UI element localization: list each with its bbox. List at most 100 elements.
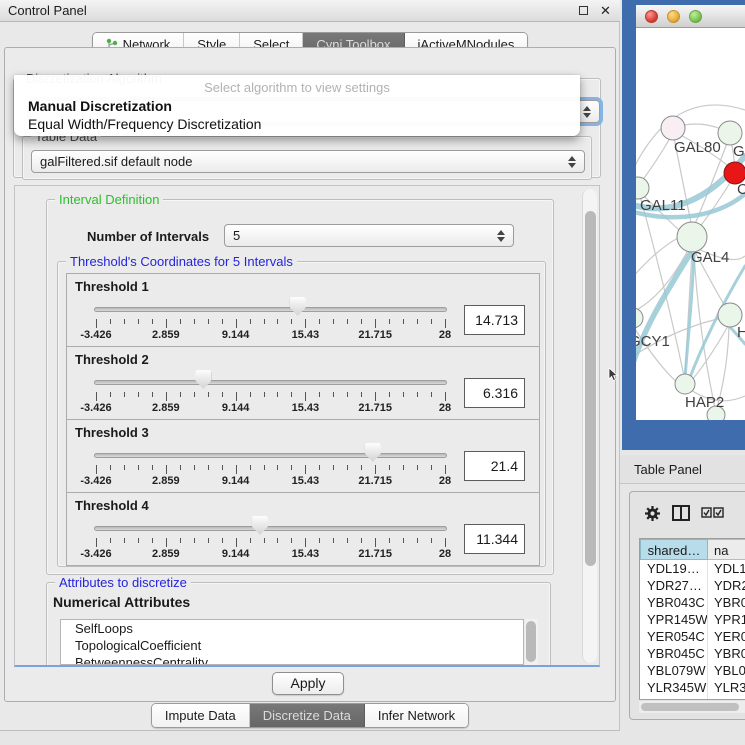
cell-shared-name: YBR043C	[640, 594, 708, 611]
network-node-label: GAL4	[691, 249, 729, 266]
network-edge-highlighted	[685, 255, 694, 380]
threshold-panel-4: Threshold 4-3.4262.8599.14415.4321.71528…	[66, 492, 540, 566]
column-header-shared-name[interactable]: shared…	[640, 539, 708, 560]
cell-shared-name: YBR045C	[640, 645, 708, 662]
attribute-item[interactable]: TopologicalCoefficient	[61, 637, 523, 654]
threshold-slider-thumb[interactable]	[252, 516, 268, 535]
table-panel-window: shared…naYDL19…YDL1YDR27…YDR2YBR043CYBR0…	[629, 491, 745, 720]
threshold-slider-track[interactable]	[94, 307, 447, 312]
network-node[interactable]	[636, 177, 649, 199]
network-node-label: GCY1	[636, 333, 670, 350]
stepper-arrows-icon	[583, 106, 591, 118]
settings-scroll-pane: Interval Definition Number of Intervals …	[14, 185, 600, 667]
network-node-label: GAL80	[674, 139, 721, 156]
attribute-item[interactable]: SelfLoops	[61, 620, 523, 637]
table-horizontal-scrollbar[interactable]	[639, 701, 745, 713]
zoom-traffic-light[interactable]	[689, 10, 702, 23]
threshold-label: Threshold 3	[75, 425, 149, 440]
thresholds-group-label: Threshold's Coordinates for 5 Intervals	[66, 254, 297, 269]
table-panel-header: Table Panel	[620, 455, 745, 484]
tab-label: Impute Data	[165, 708, 236, 723]
table-row[interactable]: YDL19…YDL1	[640, 560, 745, 577]
network-node[interactable]	[661, 116, 685, 140]
numerical-attributes-list[interactable]: SelfLoopsTopologicalCoefficientBetweenne…	[60, 619, 524, 665]
algorithm-option[interactable]: Manual Discretization	[14, 97, 580, 115]
slider-tick-labels: -3.4262.8599.14415.4321.71528	[96, 548, 445, 561]
threshold-slider-thumb[interactable]	[290, 297, 306, 316]
interval-definition-group: Interval Definition Number of Intervals …	[46, 199, 554, 575]
attribute-item[interactable]: BetweennessCentrality	[61, 654, 523, 665]
threshold-value-field[interactable]: 11.344	[464, 524, 525, 554]
threshold-slider-track[interactable]	[94, 453, 447, 458]
float-window-icon[interactable]	[577, 4, 590, 17]
threshold-slider-thumb[interactable]	[195, 370, 211, 389]
table-data-select[interactable]: galFiltered.sif default node	[31, 150, 585, 173]
settings-scrollbar-thumb[interactable]	[585, 211, 596, 566]
threshold-value-field[interactable]: 6.316	[464, 378, 525, 408]
network-node[interactable]	[677, 222, 707, 252]
network-canvas[interactable]: GAL80GACGAL11GAL4GCY1HHAP2	[636, 28, 745, 420]
cell-shared-name: YIL052C	[640, 696, 708, 700]
threshold-panel-2: Threshold 2-3.4262.8599.14415.4321.71528…	[66, 346, 540, 420]
attributes-list-scrollbar[interactable]	[525, 619, 538, 665]
table-row[interactable]: YBL079WYBL0	[640, 662, 745, 679]
close-traffic-light[interactable]	[645, 10, 658, 23]
network-view-titlebar	[636, 5, 745, 28]
table-row[interactable]: YBR043CYBR0	[640, 594, 745, 611]
cell-shared-name: YDL19…	[640, 560, 708, 577]
table-panel-title: Table Panel	[634, 462, 702, 477]
table-row[interactable]: YDR27…YDR2	[640, 577, 745, 594]
slider-ticks	[96, 538, 445, 547]
checkbox-columns-icon[interactable]	[701, 507, 725, 519]
node-table[interactable]: shared…naYDL19…YDL1YDR27…YDR2YBR043CYBR0…	[639, 538, 745, 700]
apply-button[interactable]: Apply	[272, 672, 344, 695]
bottom-tab-impute-data[interactable]: Impute Data	[152, 704, 250, 727]
gear-icon[interactable]	[644, 505, 661, 522]
network-node[interactable]	[675, 374, 695, 394]
algorithm-option[interactable]: Equal Width/Frequency Discretization	[14, 115, 580, 133]
minimize-traffic-light[interactable]	[667, 10, 680, 23]
num-intervals-select[interactable]: 5	[224, 224, 514, 247]
network-node[interactable]	[636, 308, 643, 328]
bottom-tab-discretize-data[interactable]: Discretize Data	[250, 704, 365, 727]
settings-scrollbar[interactable]	[582, 189, 597, 663]
threshold-label: Threshold 2	[75, 352, 149, 367]
control-panel-titlebar: Control Panel ✕	[0, 0, 620, 22]
stepper-arrows-icon	[568, 156, 576, 168]
table-row[interactable]: YER054CYER0	[640, 628, 745, 645]
close-icon[interactable]: ✕	[599, 4, 612, 17]
column-header-name[interactable]: na	[708, 539, 745, 560]
cell-name: YDL1	[708, 560, 745, 577]
table-row[interactable]: YPR145WYPR1	[640, 611, 745, 628]
algorithm-dropdown-popup: Select algorithm to view settings Manual…	[14, 75, 580, 136]
cell-name: YBR0	[708, 645, 745, 662]
cell-shared-name: YBL079W	[640, 662, 708, 679]
bottom-tab-bar: Impute Data Discretize Data Infer Network	[0, 703, 620, 728]
table-data-value: galFiltered.sif default node	[40, 154, 562, 169]
split-columns-icon[interactable]	[672, 505, 690, 521]
cell-shared-name: YPR145W	[640, 611, 708, 628]
table-row[interactable]: YBR045CYBR0	[640, 645, 745, 662]
threshold-slider-track[interactable]	[94, 526, 447, 531]
cell-name: YDR2	[708, 577, 745, 594]
threshold-panel-3: Threshold 3-3.4262.8599.14415.4321.71528…	[66, 419, 540, 493]
interval-definition-label: Interval Definition	[55, 192, 163, 207]
cell-shared-name: YLR345W	[640, 679, 708, 696]
threshold-value-field[interactable]: 21.4	[464, 451, 525, 481]
window-title: Control Panel	[8, 3, 87, 18]
cell-name: YLR3	[708, 679, 745, 696]
control-panel-window: Control Panel ✕ NetworkStyleSelectCyni T…	[0, 0, 620, 731]
table-row[interactable]: YIL052CYIL0	[640, 696, 745, 700]
threshold-slider-track[interactable]	[94, 380, 447, 385]
network-node-label: GAL11	[640, 197, 686, 214]
cell-name: YBR0	[708, 594, 745, 611]
attributes-group-label: Attributes to discretize	[55, 575, 191, 590]
network-node[interactable]	[718, 121, 742, 145]
table-row[interactable]: YLR345WYLR3	[640, 679, 745, 696]
cell-name: YER0	[708, 628, 745, 645]
tab-label: Discretize Data	[263, 708, 351, 723]
threshold-slider-thumb[interactable]	[365, 443, 381, 462]
thresholds-group: Threshold's Coordinates for 5 Intervals …	[57, 261, 546, 567]
bottom-tab-infer-network[interactable]: Infer Network	[365, 704, 468, 727]
threshold-value-field[interactable]: 14.713	[464, 305, 525, 335]
